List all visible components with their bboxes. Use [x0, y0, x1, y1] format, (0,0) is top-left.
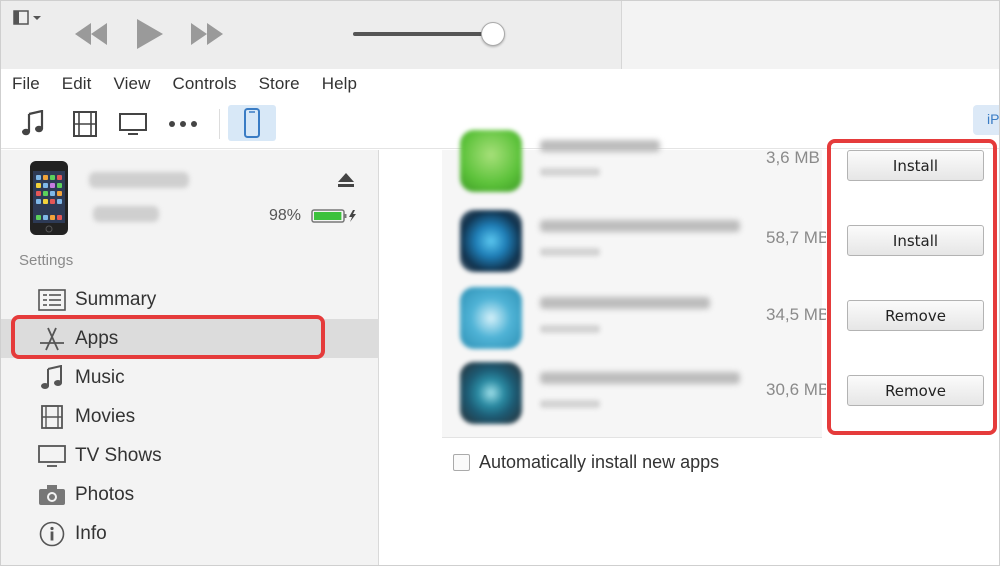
sidebar-item-label: Apps: [75, 327, 119, 349]
toolbar-divider: [219, 109, 220, 139]
menu-bar: File Edit View Controls Store Help: [1, 69, 999, 99]
app-list: 3,6 MB 58,7 MB 34,5 MB 30,6 MB: [442, 130, 826, 438]
app-size: 30,6 MB: [766, 380, 826, 399]
sidebar-item-label: Summary: [75, 288, 157, 310]
app-size: 58,7 MB: [766, 228, 826, 247]
auto-install-label: Automatically install new apps: [479, 452, 720, 472]
list-item[interactable]: 58,7 MB: [442, 204, 826, 278]
camera-icon: [37, 482, 67, 508]
movies-icon: [37, 404, 67, 430]
more-icon[interactable]: [167, 108, 199, 140]
movies-icon[interactable]: [69, 108, 101, 140]
sidebar-item-tv-shows[interactable]: TV Shows: [1, 436, 379, 475]
sidebar-item-apps[interactable]: Apps: [1, 319, 379, 358]
app-icon: [460, 287, 522, 349]
sidebar-item-label: Music: [75, 366, 125, 388]
player-bar: [1, 1, 999, 69]
volume-slider-knob[interactable]: [481, 22, 505, 46]
menu-store[interactable]: Store: [259, 74, 300, 94]
install-button[interactable]: Install: [847, 150, 984, 181]
sidebar-item-summary[interactable]: Summary: [1, 280, 379, 319]
volume-slider-track[interactable]: [353, 32, 493, 36]
sidebar-item-label: Photos: [75, 483, 135, 505]
app-icon: [460, 362, 522, 424]
apps-panel: 3,6 MB 58,7 MB 34,5 MB 30,6 MB Install I…: [380, 130, 999, 565]
rewind-icon[interactable]: [71, 17, 111, 51]
device-name-redacted: [89, 172, 189, 188]
music-icon[interactable]: [17, 108, 49, 140]
app-size: 34,5 MB: [766, 305, 826, 324]
summary-icon: [37, 287, 67, 313]
sidebar-item-label: TV Shows: [75, 444, 162, 466]
menu-edit[interactable]: Edit: [62, 74, 92, 94]
tv-icon[interactable]: [117, 108, 149, 140]
menu-file[interactable]: File: [12, 74, 40, 94]
apps-icon: [37, 326, 67, 352]
sidebar-item-label: Movies: [75, 405, 136, 427]
battery-icon: [311, 209, 356, 223]
auto-install-option[interactable]: Automatically install new apps: [453, 452, 719, 473]
app-icon: [460, 210, 522, 272]
settings-section-label: Settings: [19, 252, 74, 269]
app-name-redacted: [540, 140, 660, 152]
battery-percentage: 98%: [269, 207, 302, 224]
sidebar-item-photos[interactable]: Photos: [1, 475, 379, 514]
tv-icon: [37, 443, 67, 469]
iphone-device-icon[interactable]: [228, 105, 276, 141]
auto-install-checkbox[interactable]: [453, 454, 470, 471]
status-display: [621, 1, 999, 69]
install-button[interactable]: Install: [847, 225, 984, 256]
menu-view[interactable]: View: [114, 74, 151, 94]
window-menu-icon[interactable]: [13, 10, 43, 26]
app-name-redacted: [540, 297, 710, 309]
app-category-redacted: [540, 248, 600, 256]
sidebar-item-info[interactable]: Info: [1, 514, 379, 553]
play-icon[interactable]: [131, 17, 167, 51]
list-item[interactable]: 3,6 MB: [442, 124, 822, 198]
app-name-redacted: [540, 372, 740, 384]
device-tab[interactable]: iP: [973, 105, 999, 135]
sidebar: 98% Settings Summary Apps Music Movies T…: [1, 150, 379, 565]
remove-button[interactable]: Remove: [847, 300, 984, 331]
sidebar-item-music[interactable]: Music: [1, 358, 379, 397]
app-category-redacted: [540, 400, 600, 408]
app-name-redacted: [540, 220, 740, 232]
app-category-redacted: [540, 168, 600, 176]
sidebar-item-movies[interactable]: Movies: [1, 397, 379, 436]
eject-icon[interactable]: [337, 172, 355, 188]
remove-button[interactable]: Remove: [847, 375, 984, 406]
device-capacity-redacted: [93, 206, 159, 222]
menu-controls[interactable]: Controls: [172, 74, 236, 94]
info-icon: [37, 521, 67, 547]
list-item[interactable]: 30,6 MB: [442, 356, 826, 430]
app-icon: [460, 130, 522, 192]
app-size: 3,6 MB: [766, 148, 820, 167]
iphone-image: [30, 161, 68, 235]
sidebar-item-label: Info: [75, 522, 107, 544]
app-category-redacted: [540, 325, 600, 333]
music-icon: [37, 364, 67, 391]
menu-help[interactable]: Help: [322, 74, 357, 94]
itunes-window: File Edit View Controls Store Help iP 98…: [0, 0, 1000, 566]
list-item[interactable]: 34,5 MB: [442, 281, 826, 355]
fast-forward-icon[interactable]: [187, 17, 227, 51]
